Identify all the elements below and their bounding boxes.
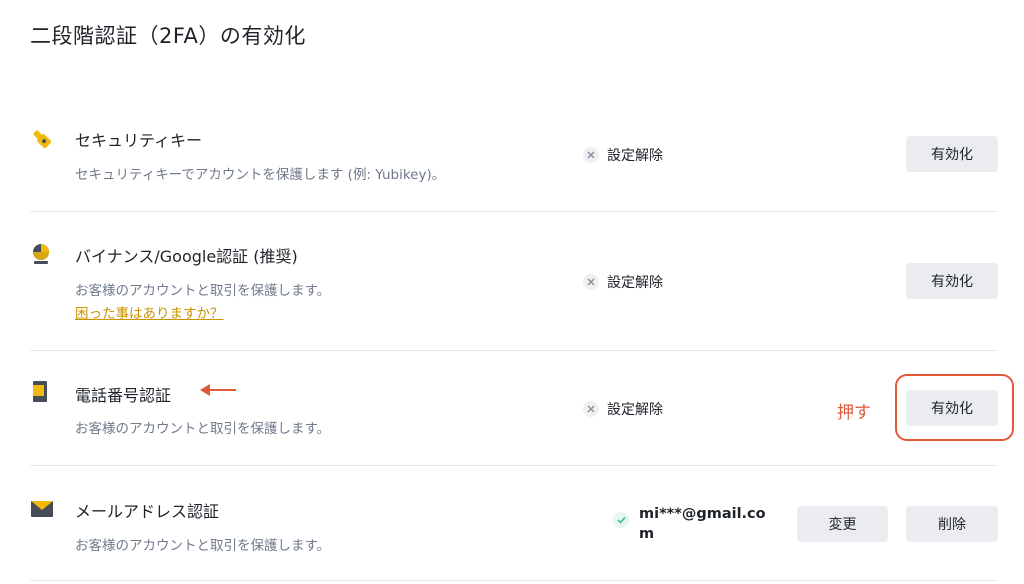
check-icon (613, 512, 629, 528)
status: 設定解除 (583, 399, 663, 419)
status-text: 設定解除 (607, 275, 663, 291)
divider (30, 211, 998, 212)
row-description: お客様のアカウントと取引を保護します。 (75, 421, 331, 437)
row-title: メールアドレス認証 (75, 502, 220, 521)
status-text: 設定解除 (607, 402, 663, 418)
enable-button[interactable]: 有効化 (906, 263, 998, 299)
close-icon (583, 274, 599, 290)
divider (30, 350, 998, 351)
delete-button[interactable]: 削除 (906, 506, 998, 542)
phone-icon (30, 380, 54, 404)
row-title: バイナンス/Google認証 (推奨) (75, 247, 298, 266)
divider (30, 465, 998, 466)
close-icon (583, 401, 599, 417)
row-description: セキュリティキーでアカウントを保護します (例: Yubikey)。 (75, 167, 446, 183)
authenticator-icon (30, 242, 54, 266)
status-text: 設定解除 (607, 148, 663, 164)
status: 設定解除 (583, 272, 663, 292)
enable-button[interactable]: 有効化 (906, 390, 998, 426)
row-title: 電話番号認証 (75, 386, 172, 405)
email-address-line2: m (639, 526, 655, 542)
annotation-label: 押す (837, 403, 871, 423)
status: 設定解除 (583, 145, 663, 165)
row-description: お客様のアカウントと取引を保護します。 (75, 538, 331, 554)
arrow-annotation-icon (200, 382, 238, 401)
email-address-line1: mi***@gmail.co (639, 506, 766, 522)
help-link[interactable]: 困った事はありますか？ (75, 302, 224, 322)
change-button[interactable]: 変更 (797, 506, 888, 542)
enable-button[interactable]: 有効化 (906, 136, 998, 172)
usb-key-icon (30, 127, 54, 151)
divider (30, 580, 998, 581)
row-description: お客様のアカウントと取引を保護します。 (75, 283, 331, 299)
row-title: セキュリティキー (75, 131, 203, 150)
page-title: 二段階認証（2FA）の有効化 (30, 24, 306, 48)
status: mi***@gmail.co m (613, 504, 766, 544)
close-icon (583, 147, 599, 163)
mail-icon (30, 498, 54, 522)
